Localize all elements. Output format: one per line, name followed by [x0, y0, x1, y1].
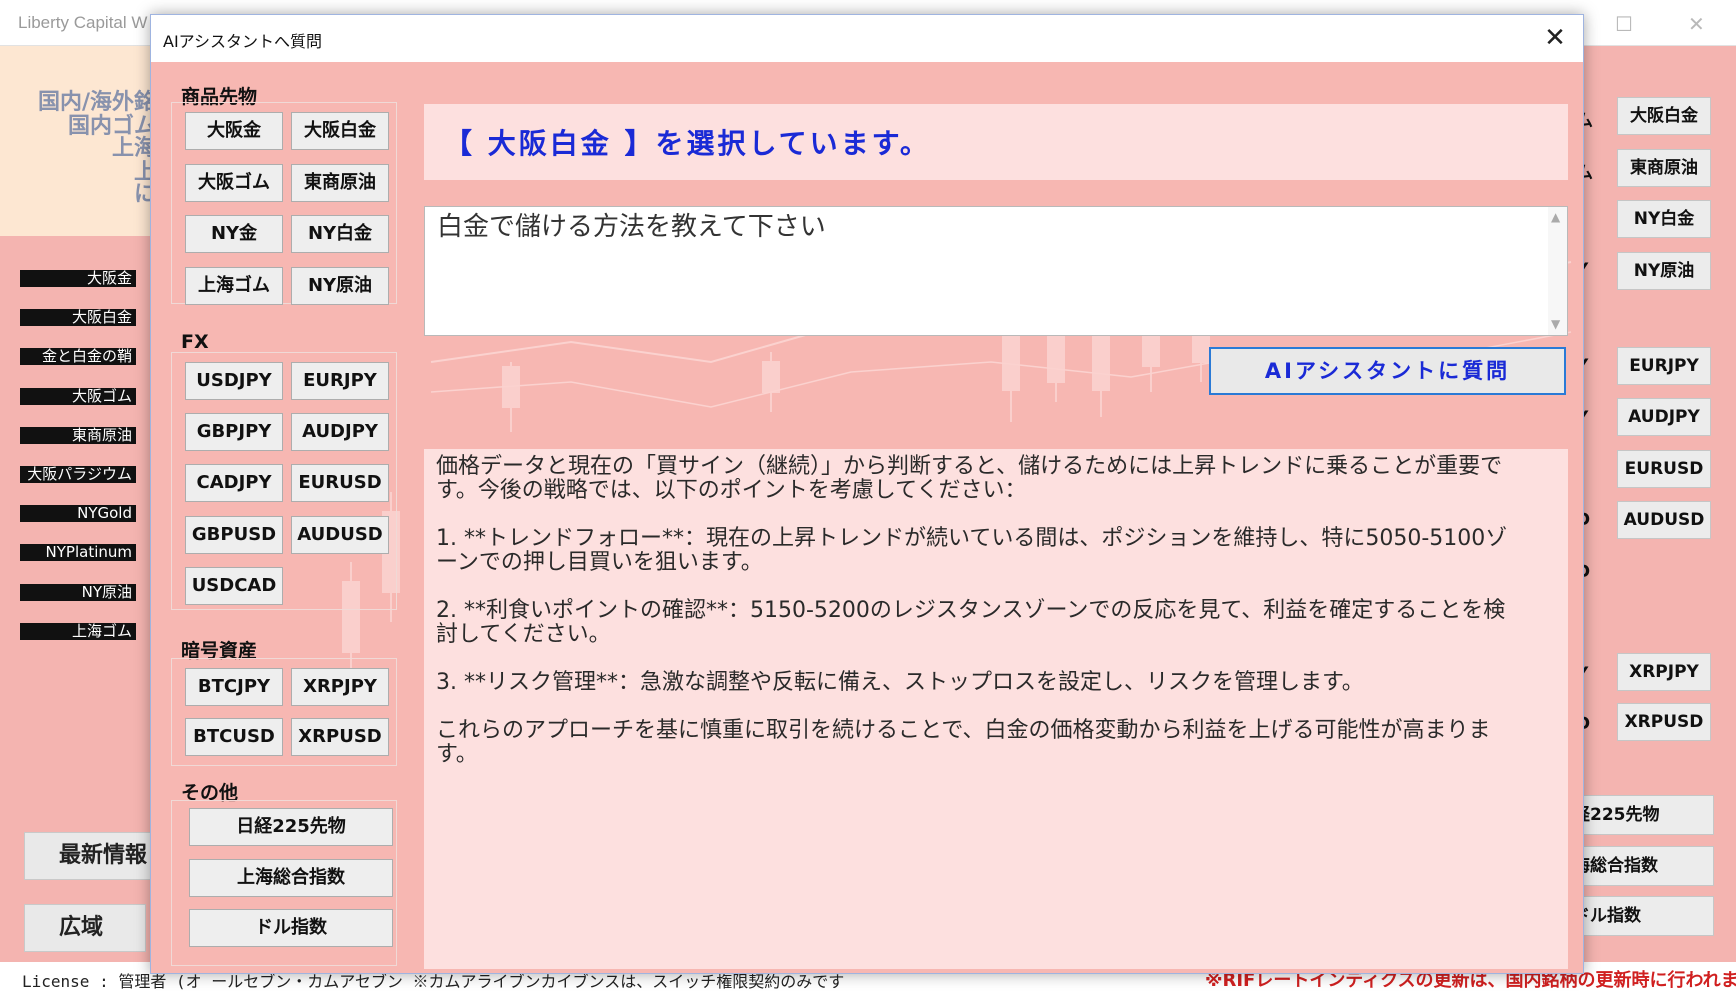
button-gbpusd[interactable]: GBPUSD: [185, 516, 283, 554]
dialog-titlebar: AIアシスタントへ質問 ✕: [151, 15, 1583, 62]
side-label: 大阪パラジウム: [20, 466, 136, 483]
answer-paragraph: 1. **トレンドフォロー**：現在の上昇トレンドが続いている間は、ポジションを…: [436, 526, 1508, 575]
wide-area-button[interactable]: 広域: [24, 904, 146, 952]
bg-button-tocom-crude[interactable]: 東商原油: [1617, 149, 1711, 187]
button-usdjpy[interactable]: USDJPY: [185, 362, 283, 400]
bg-button-osaka-platinum[interactable]: 大阪白金: [1617, 97, 1711, 135]
button-osaka-platinum[interactable]: 大阪白金: [291, 112, 389, 150]
bg-button-eurjpy[interactable]: EURJPY: [1617, 347, 1711, 385]
side-label: NYGold: [20, 505, 136, 522]
button-ny-gold[interactable]: NY金: [185, 215, 283, 253]
maximize-icon[interactable]: ☐: [1615, 12, 1633, 36]
button-eurjpy[interactable]: EURJPY: [291, 362, 389, 400]
background-window-title: Liberty Capital W: [18, 13, 148, 32]
button-ny-platinum[interactable]: NY白金: [291, 215, 389, 253]
screen: Liberty Capital W ☐ ✕ 国内/海外銘 国内ゴム 上海 上 に…: [0, 0, 1736, 1000]
button-gbpjpy[interactable]: GBPJPY: [185, 413, 283, 451]
ask-ai-button[interactable]: AIアシスタントに質問: [1209, 347, 1566, 395]
button-xrpusd[interactable]: XRPUSD: [291, 718, 389, 756]
bg-button-xrpusd[interactable]: XRPUSD: [1617, 703, 1711, 741]
bg-button-audjpy[interactable]: AUDJPY: [1617, 398, 1711, 436]
scroll-down-icon[interactable]: ▼: [1551, 317, 1560, 331]
side-label: 上海ゴム: [20, 623, 136, 640]
background-info-panel: 国内/海外銘 国内ゴム 上海 上 に: [0, 46, 160, 236]
button-usdcad[interactable]: USDCAD: [185, 567, 283, 605]
side-label: 大阪金: [20, 270, 136, 287]
bg-button-shanghai-index[interactable]: 海総合指数: [1572, 846, 1714, 886]
button-audjpy[interactable]: AUDJPY: [291, 413, 389, 451]
close-icon[interactable]: ✕: [1688, 12, 1705, 36]
button-dollar-index[interactable]: ドル指数: [189, 909, 393, 947]
side-label: 大阪白金: [20, 309, 136, 326]
side-label: NY原油: [20, 584, 136, 601]
scroll-up-icon[interactable]: ▲: [1551, 210, 1560, 224]
answer-paragraph: これらのアプローチを基に慎重に取引を続けることで、白金の価格変動から利益を上げる…: [436, 718, 1491, 767]
ai-assistant-dialog: AIアシスタントへ質問 ✕ 商品先物 大阪金 大阪白金 大阪ゴム 東商原油 NY…: [150, 14, 1584, 974]
button-btcjpy[interactable]: BTCJPY: [185, 668, 283, 706]
button-audusd[interactable]: AUDUSD: [291, 516, 389, 554]
button-eurusd[interactable]: EURUSD: [291, 464, 389, 502]
side-label: 金と白金の鞘: [20, 348, 136, 365]
button-shanghai-composite[interactable]: 上海総合指数: [189, 859, 393, 897]
answer-paragraph: 価格データと現在の「買サイン（継続）」から判断すると、儲けるためには上昇トレンド…: [436, 454, 1503, 503]
question-input[interactable]: 白金で儲ける方法を教えて下さい: [424, 206, 1568, 336]
bg-button-xrpjpy[interactable]: XRPJPY: [1617, 653, 1711, 691]
bg-button-ny-crude[interactable]: NY原油: [1617, 252, 1711, 290]
selection-banner: 【 大阪白金 】を選択しています。: [424, 104, 1568, 180]
selection-text: 【 大阪白金 】を選択しています。: [444, 127, 931, 160]
side-label: 東商原油: [20, 427, 136, 444]
button-tocom-crude[interactable]: 東商原油: [291, 164, 389, 202]
dialog-close-icon[interactable]: ✕: [1535, 19, 1575, 57]
answer-panel: 価格データと現在の「買サイン（継続）」から判断すると、儲けるためには上昇トレンド…: [424, 449, 1568, 969]
dialog-title: AIアシスタントへ質問: [163, 32, 323, 51]
button-btcusd[interactable]: BTCUSD: [185, 718, 283, 756]
side-label: NYPlatinum: [20, 544, 136, 561]
button-cadjpy[interactable]: CADJPY: [185, 464, 283, 502]
button-shanghai-rubber[interactable]: 上海ゴム: [185, 267, 283, 305]
button-nikkei-225-futures[interactable]: 日経225先物: [189, 808, 393, 846]
answer-paragraph: 3. **リスク管理**：急激な調整や反転に備え、ストップロスを設定し、リスクを…: [436, 670, 1364, 695]
bg-button-nikkei-futures[interactable]: 経225先物: [1572, 795, 1714, 835]
question-scrollbar[interactable]: [1548, 207, 1567, 335]
side-label: 大阪ゴム: [20, 388, 136, 405]
button-xrpjpy[interactable]: XRPJPY: [291, 668, 389, 706]
dialog-body: 商品先物 大阪金 大阪白金 大阪ゴム 東商原油 NY金 NY白金 上海ゴム NY…: [151, 62, 1583, 973]
bg-button-ny-platinum[interactable]: NY白金: [1617, 200, 1711, 238]
bg-button-dollar-index[interactable]: ドル指数: [1572, 896, 1714, 936]
button-osaka-gold[interactable]: 大阪金: [185, 112, 283, 150]
answer-paragraph: 2. **利食いポイントの確認**：5150-5200のレジスタンスゾーンでの反…: [436, 598, 1506, 647]
button-ny-crude[interactable]: NY原油: [291, 267, 389, 305]
group-label-fx: FX: [181, 331, 209, 353]
bg-button-audusd[interactable]: AUDUSD: [1617, 501, 1711, 539]
button-osaka-rubber[interactable]: 大阪ゴム: [185, 164, 283, 202]
bg-button-eurusd[interactable]: EURUSD: [1617, 450, 1711, 488]
